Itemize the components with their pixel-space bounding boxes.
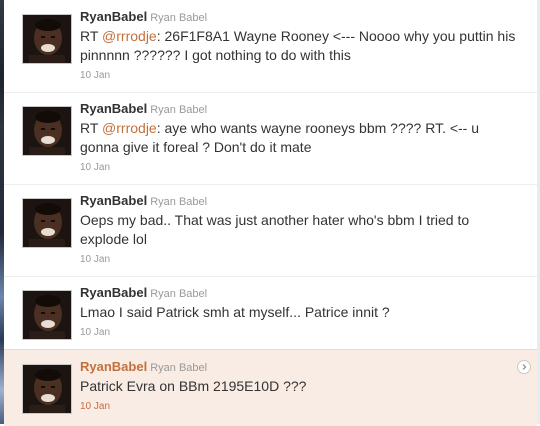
tweet-item-highlighted[interactable]: RyanBabel Ryan Babel Patrick Evra on BBm … <box>4 349 537 426</box>
tweet-text: Patrick Evra on BBm 2195E10D ??? <box>80 378 307 394</box>
full-name-link[interactable]: Ryan Babel <box>150 104 207 116</box>
tweet-content: RyanBabel Ryan Babel RT @rrrodje: aye who… <box>80 101 520 175</box>
tweet-item[interactable]: RyanBabel Ryan Babel RT @rrrodje: 26F1F8A… <box>4 0 537 93</box>
avatar[interactable] <box>22 106 72 156</box>
screen-name-link[interactable]: RyanBabel <box>80 101 147 116</box>
full-name-link[interactable]: Ryan Babel <box>150 12 207 24</box>
tweet-timeline: RyanBabel Ryan Babel RT @rrrodje: 26F1F8A… <box>4 0 537 426</box>
tweet-item[interactable]: RyanBabel Ryan Babel Lmao I said Patrick … <box>4 276 537 350</box>
avatar[interactable] <box>22 14 72 64</box>
tweet-item[interactable]: RyanBabel Ryan Babel Oeps my bad.. That w… <box>4 184 537 277</box>
full-name-link[interactable]: Ryan Babel <box>150 196 207 208</box>
tweet-item[interactable]: RyanBabel Ryan Babel RT @rrrodje: aye who… <box>4 92 537 185</box>
chevron-right-icon[interactable] <box>517 360 531 374</box>
full-name-link[interactable]: Ryan Babel <box>150 362 207 374</box>
tweet-content: RyanBabel Ryan Babel RT @rrrodje: 26F1F8A… <box>80 9 520 83</box>
tweet-content: RyanBabel Ryan Babel Patrick Evra on BBm … <box>80 359 520 414</box>
tweet-text: Lmao I said Patrick smh at myself... Pat… <box>80 304 390 320</box>
mention-link[interactable]: @rrrodje <box>102 120 157 136</box>
tweet-content: RyanBabel Ryan Babel Lmao I said Patrick … <box>80 285 520 340</box>
tweet-header: RyanBabel Ryan Babel <box>80 285 520 302</box>
tweet-timestamp[interactable]: 10 Jan <box>80 254 110 265</box>
tweet-header: RyanBabel Ryan Babel <box>80 9 520 26</box>
retweet-prefix: RT <box>80 120 103 136</box>
screen-name-link[interactable]: RyanBabel <box>80 193 147 208</box>
tweet-text: Oeps my bad.. That was just another hate… <box>80 212 470 247</box>
avatar[interactable] <box>22 198 72 248</box>
tweet-header: RyanBabel Ryan Babel <box>80 193 520 210</box>
screen-name-link[interactable]: RyanBabel <box>80 359 147 374</box>
tweet-timestamp[interactable]: 10 Jan <box>80 401 110 412</box>
screen-name-link[interactable]: RyanBabel <box>80 285 147 300</box>
tweet-timestamp[interactable]: 10 Jan <box>80 70 110 81</box>
tweet-text: RT @rrrodje: aye who wants wayne rooneys… <box>80 119 520 157</box>
tweet-timestamp[interactable]: 10 Jan <box>80 162 110 173</box>
tweet-timestamp[interactable]: 10 Jan <box>80 327 110 338</box>
full-name-link[interactable]: Ryan Babel <box>150 288 207 300</box>
tweet-text: RT @rrrodje: 26F1F8A1 Wayne Rooney <--- … <box>80 27 520 65</box>
mention-link[interactable]: @rrrodje <box>102 28 157 44</box>
tweet-header: RyanBabel Ryan Babel <box>80 101 520 118</box>
screen-name-link[interactable]: RyanBabel <box>80 9 147 24</box>
avatar[interactable] <box>22 364 72 414</box>
avatar[interactable] <box>22 290 72 340</box>
tweet-content: RyanBabel Ryan Babel Oeps my bad.. That w… <box>80 193 520 267</box>
retweet-prefix: RT <box>80 28 103 44</box>
tweet-header: RyanBabel Ryan Babel <box>80 359 520 376</box>
